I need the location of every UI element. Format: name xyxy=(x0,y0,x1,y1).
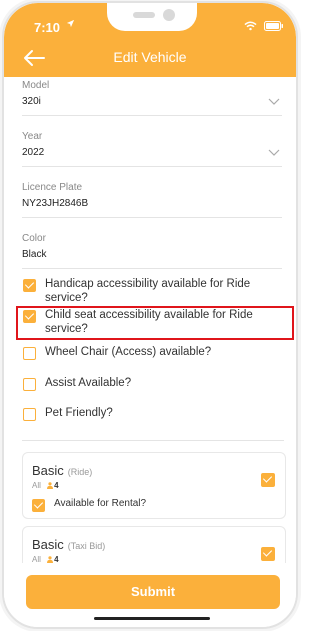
pet-friendly-checkbox[interactable] xyxy=(23,408,36,421)
phone-frame: 7:10 Edit Vehicle Model 320i Year 2022 L… xyxy=(2,1,298,629)
submit-button[interactable]: Submit xyxy=(26,575,280,609)
speaker-slot xyxy=(133,12,155,18)
option-handicap[interactable]: Handicap accessibility available for Rid… xyxy=(23,277,285,305)
option-pet-friendly[interactable]: Pet Friendly? xyxy=(23,406,285,421)
service-type: (Ride) xyxy=(67,467,93,477)
service-scope: All xyxy=(32,481,41,490)
model-value: 320i xyxy=(22,96,41,107)
licence-plate-value: NY23JH2846B xyxy=(22,198,89,209)
service-taxi-bid-checkbox[interactable] xyxy=(261,547,275,561)
licence-plate-field[interactable]: Licence Plate NY23JH2846B xyxy=(22,182,282,218)
page-title: Edit Vehicle xyxy=(113,49,187,65)
service-seats: 4 xyxy=(54,481,59,490)
pet-friendly-label: Pet Friendly? xyxy=(45,407,113,419)
service-name-text: Basic xyxy=(32,537,64,552)
service-card-ride: Basic (Ride) All 4 Available for Rental? xyxy=(22,452,286,519)
color-field[interactable]: Color Black xyxy=(22,233,282,269)
rental-label: Available for Rental? xyxy=(54,498,147,509)
handicap-label: Handicap accessibility available for Rid… xyxy=(45,278,251,304)
camera-dot xyxy=(163,9,175,21)
section-divider xyxy=(22,440,284,441)
assist-checkbox[interactable] xyxy=(23,378,36,391)
option-assist[interactable]: Assist Available? xyxy=(23,376,285,391)
service-name: Basic (Taxi Bid) xyxy=(32,537,105,552)
year-select[interactable]: Year 2022 xyxy=(22,131,282,167)
status-time: 7:10 xyxy=(34,20,61,35)
phone-notch xyxy=(107,3,197,31)
service-type: (Taxi Bid) xyxy=(67,541,106,551)
wifi-icon xyxy=(244,21,257,31)
handicap-checkbox[interactable] xyxy=(23,279,36,292)
year-label: Year xyxy=(22,131,43,142)
licence-plate-label: Licence Plate xyxy=(22,182,83,193)
home-indicator xyxy=(94,617,210,620)
year-value: 2022 xyxy=(22,147,45,158)
battery-icon xyxy=(264,21,283,31)
wheel-chair-label: Wheel Chair (Access) available? xyxy=(45,346,212,358)
app-header: 7:10 Edit Vehicle xyxy=(4,3,296,77)
model-label: Model xyxy=(22,80,50,91)
person-icon xyxy=(47,482,54,490)
color-label: Color xyxy=(22,233,46,244)
highlight-box xyxy=(16,306,294,340)
service-meta: All 4 xyxy=(32,481,59,490)
service-name: Basic (Ride) xyxy=(32,463,92,478)
chevron-down-icon xyxy=(268,98,280,105)
rental-option[interactable]: Available for Rental? xyxy=(32,497,272,512)
chevron-down-icon xyxy=(268,149,280,156)
wheel-chair-checkbox[interactable] xyxy=(23,347,36,360)
service-name-text: Basic xyxy=(32,463,64,478)
assist-label: Assist Available? xyxy=(45,377,132,389)
model-select[interactable]: Model 320i xyxy=(22,80,282,116)
rental-checkbox[interactable] xyxy=(32,499,45,512)
option-wheel-chair[interactable]: Wheel Chair (Access) available? xyxy=(23,345,285,360)
location-arrow-icon xyxy=(66,19,75,28)
color-value: Black xyxy=(22,249,47,260)
service-ride-checkbox[interactable] xyxy=(261,473,275,487)
